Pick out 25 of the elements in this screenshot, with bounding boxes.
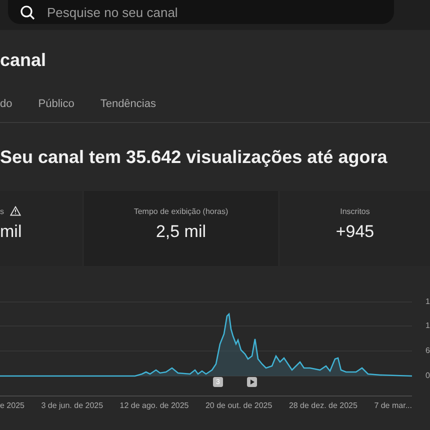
axis-label: 1 [426, 297, 430, 306]
search-field[interactable]: Pesquise no seu canal [8, 0, 394, 24]
tab[interactable]: Público [38, 92, 86, 116]
search-icon [20, 4, 35, 20]
metric-card[interactable]: Tempo de exibição (horas) 2,5 mil [84, 191, 278, 266]
axis-label: 1 [426, 321, 430, 330]
metric-label: Inscritos [340, 206, 370, 216]
metric-value: +945 [336, 222, 374, 242]
axis-label: 7 de mar... [374, 401, 412, 410]
headline: Seu canal tem 35.642 visualizações até agora [0, 147, 388, 169]
page-title: canal [0, 50, 48, 70]
axis-label: 0 [426, 371, 430, 380]
axis-label: 20 de out. de 2025 [205, 401, 272, 410]
metric-value: 2,5 mil [156, 222, 206, 242]
video-marker-icon[interactable] [247, 377, 257, 387]
tab[interactable]: do [0, 92, 24, 116]
axis-label: 3 de jun. de 2025 [41, 401, 104, 410]
metric-label: Tempo de exibição (horas) [134, 206, 228, 216]
axis-label: 28 de dez. de 2025 [288, 401, 358, 410]
tab[interactable]: Tendências [100, 92, 168, 116]
metric-value: mil [0, 222, 22, 242]
axis-label: e 2025 [0, 401, 24, 410]
metric-label: s [0, 206, 4, 216]
axis-label: 6 [426, 346, 430, 355]
axis-label: 12 de ago. de 2025 [120, 401, 189, 410]
